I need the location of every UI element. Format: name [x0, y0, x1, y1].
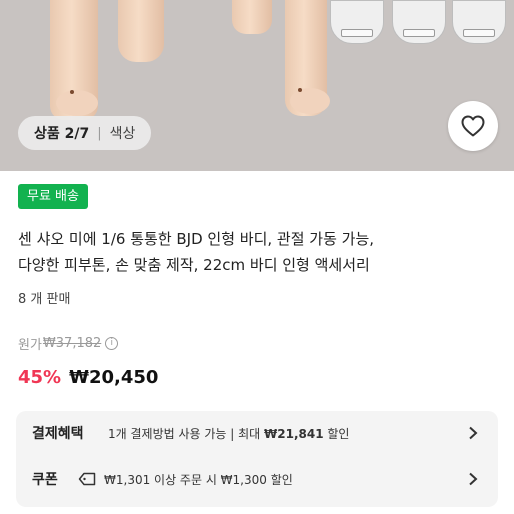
free-shipping-badge: 무료 배송 — [18, 184, 88, 209]
payment-benefit-row[interactable]: 결제혜택 1개 결제방법 사용 가능 | 최대 ₩21,841 할인 — [16, 411, 498, 455]
doll-foot-image — [290, 88, 330, 114]
sold-count: 8 개 판매 — [18, 292, 71, 307]
joint-mark — [298, 88, 302, 92]
coupon-row[interactable]: 쿠폰 ₩1,301 이상 주문 시 ₩1,300 할인 — [16, 457, 498, 501]
skin-tone-swatch — [392, 0, 446, 44]
doll-foot-image — [56, 90, 98, 116]
original-price: ₩37,182 — [42, 336, 102, 351]
gallery-option-label: 색상 — [109, 126, 136, 142]
product-title-line: 센 샤오 미에 1/6 통통한 BJD 인형 바디, 관절 가동 가능, — [18, 230, 375, 248]
gallery-pager[interactable]: 상품 2/7 | 색상 — [18, 116, 152, 150]
benefits-box: 결제혜택 1개 결제방법 사용 가능 | 최대 ₩21,841 할인 쿠폰 ₩1… — [16, 411, 498, 507]
payment-benefit-desc: 1개 결제방법 사용 가능 | 최대 ₩21,841 할인 — [108, 426, 350, 441]
original-price-label: 원가 — [18, 338, 42, 353]
heart-icon — [461, 115, 485, 137]
chevron-right-icon — [464, 470, 482, 488]
doll-leg-image — [232, 0, 272, 34]
coupon-desc: ₩1,301 이상 주문 시 ₩1,300 할인 — [104, 472, 293, 487]
original-price-row: 원가 ₩37,182 i — [18, 334, 119, 353]
sale-price: ₩20,450 — [69, 367, 159, 388]
product-title-line: 다양한 피부톤, 손 맞춤 제작, 22cm 바디 인형 액세서리 — [18, 256, 370, 274]
pager-divider: | — [97, 125, 102, 141]
payment-benefit-title: 결제혜택 — [32, 426, 84, 442]
product-title: 센 샤오 미에 1/6 통통한 BJD 인형 바디, 관절 가동 가능, 다양한… — [18, 226, 498, 278]
skin-tone-swatch — [330, 0, 384, 44]
gallery-counter: 상품 2/7 — [34, 126, 90, 142]
tag-icon — [78, 471, 98, 487]
info-icon[interactable]: i — [105, 337, 119, 350]
joint-mark — [70, 90, 74, 94]
product-image[interactable]: 상품 2/7 | 색상 — [0, 0, 514, 171]
max-discount-amount: ₩21,841 — [264, 426, 324, 441]
skin-tone-swatch — [452, 0, 506, 44]
discount-rate: 45% — [18, 367, 62, 388]
coupon-title: 쿠폰 — [32, 472, 58, 488]
chevron-right-icon — [464, 424, 482, 442]
doll-leg-image — [118, 0, 164, 62]
wishlist-button[interactable] — [448, 101, 498, 151]
price-row: 45% ₩20,450 — [18, 367, 158, 388]
